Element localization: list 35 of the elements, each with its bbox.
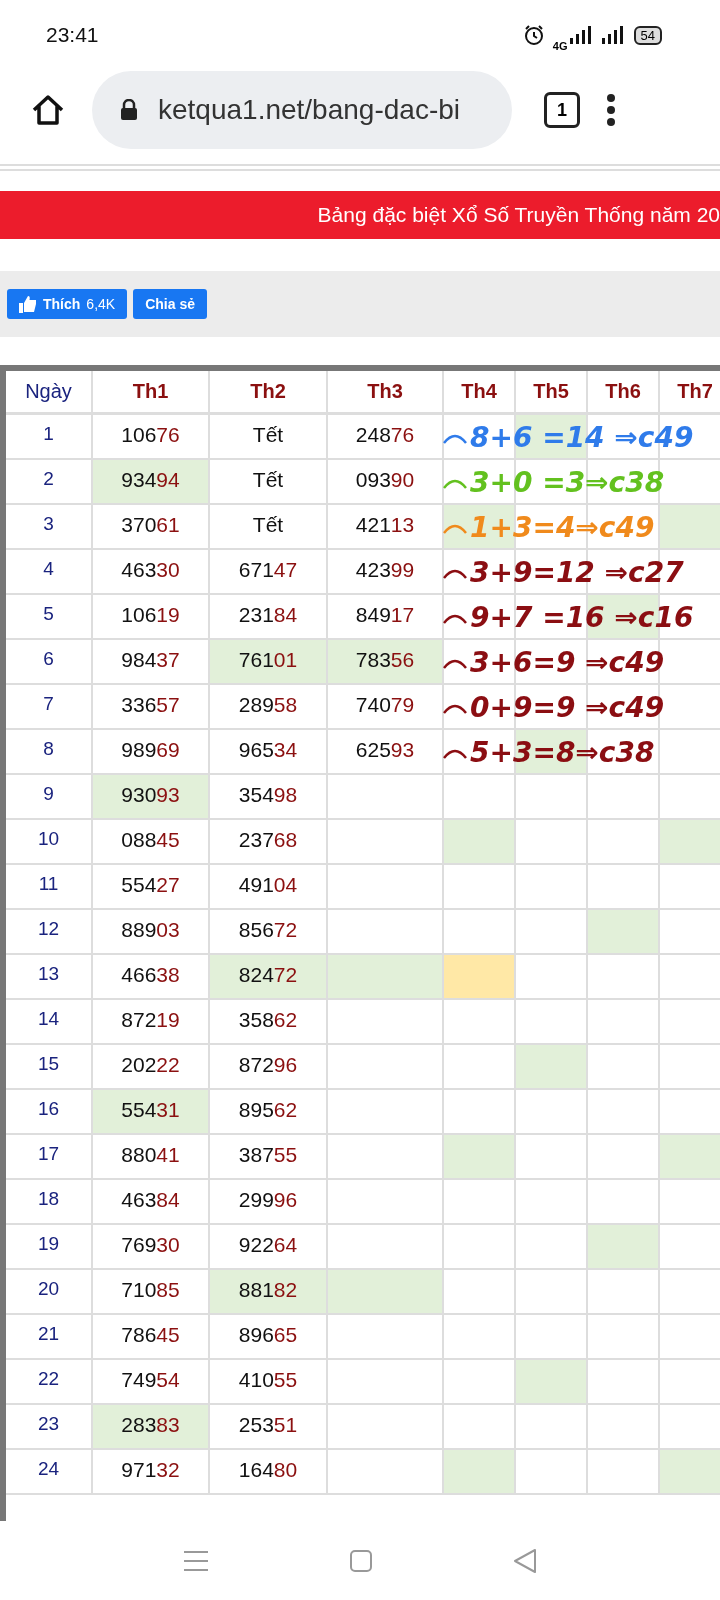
handwritten-note: 1+3=4⇒c49 — [470, 511, 655, 544]
signal-icon — [569, 26, 592, 44]
table-cell: 88182 — [210, 1270, 326, 1313]
handwritten-note: 3+0 =3⇒c38 — [470, 466, 665, 499]
back-icon[interactable] — [513, 1547, 537, 1574]
banner-title: Bảng đặc biệt Xổ Số Truyền Thống năm 20 — [317, 203, 720, 227]
table-cell: 82472 — [210, 955, 326, 998]
thumbs-up-icon — [19, 295, 37, 313]
table-cell: 93093 — [93, 775, 208, 818]
tab-count-button[interactable]: 1 — [544, 92, 580, 128]
home-square-icon[interactable] — [349, 1548, 373, 1573]
share-button[interactable]: Chia sẻ — [133, 289, 207, 319]
table-cell: 28383 — [93, 1405, 208, 1448]
handwritten-note: 9+7 =16 ⇒c16 — [470, 601, 694, 634]
address-bar[interactable]: ketqua1.net/bang-dac-bi — [92, 71, 512, 149]
handwritten-note: 3+9=12 ⇒c27 — [470, 556, 684, 589]
table-cell: 55431 — [93, 1090, 208, 1133]
handwritten-note: 5+3=8⇒c38 — [470, 736, 655, 769]
handwritten-note: 0+9=9 ⇒c49 — [470, 691, 665, 724]
handwritten-note: 3+6=9 ⇒c49 — [470, 646, 665, 679]
handwritten-note: 8+6 =14 ⇒c49 — [470, 421, 694, 454]
alarm-icon — [522, 24, 545, 46]
more-menu-icon[interactable] — [606, 93, 616, 127]
battery-indicator: 54 — [633, 25, 662, 45]
table-cell: 93494 — [93, 460, 208, 503]
network-label: 4G — [552, 40, 568, 52]
signal-icon — [599, 26, 626, 44]
table-cell: 76101 — [210, 640, 326, 683]
table-cell: 78356 — [328, 640, 442, 683]
status-time: 23:41 — [46, 23, 99, 47]
like-button[interactable]: Thích 6,4K — [7, 289, 128, 319]
url-text: ketqua1.net/bang-dac-bi — [158, 94, 460, 126]
home-icon[interactable] — [30, 92, 66, 128]
lock-icon — [120, 99, 138, 121]
menu-icon[interactable] — [183, 1549, 209, 1572]
